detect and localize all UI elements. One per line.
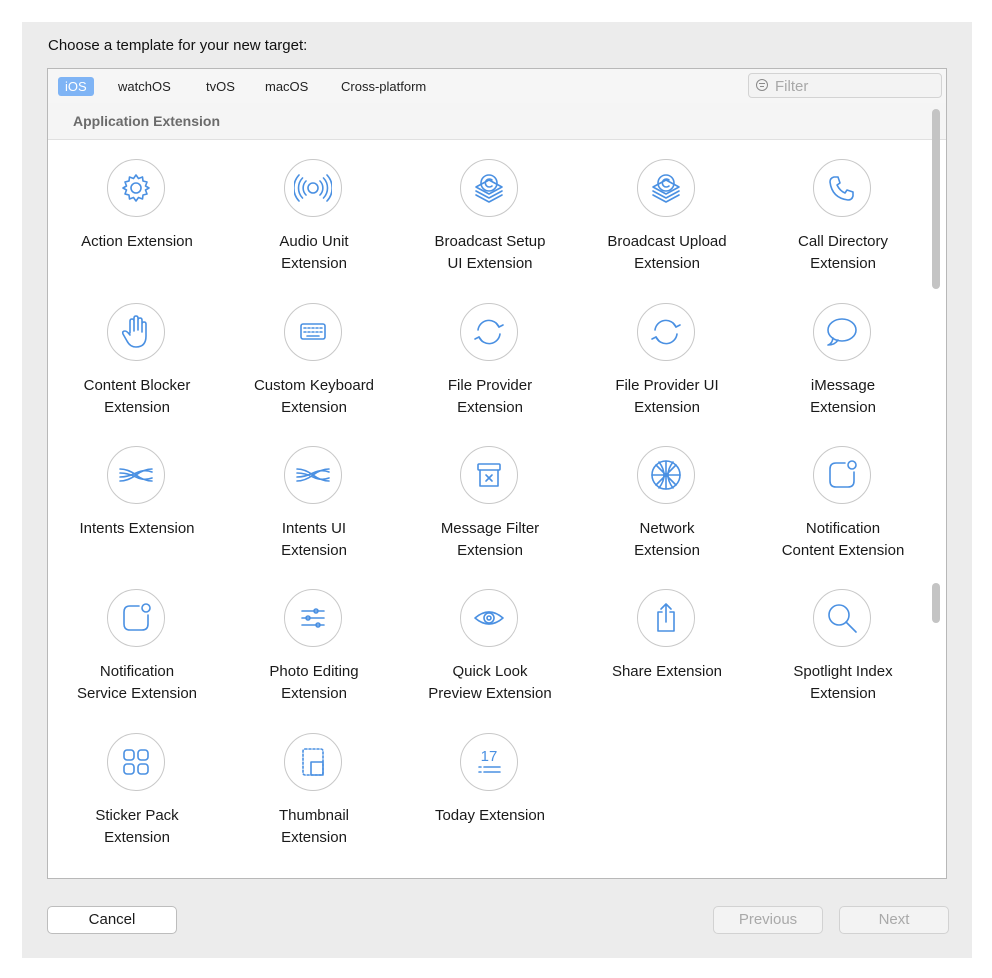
template-tile[interactable]: Photo Editing Extension [226,589,402,729]
template-label: iMessage Extension [810,377,876,416]
template-label: Intents UI Extension [281,520,347,559]
eye-icon [460,589,518,647]
template-tile[interactable]: iMessage Extension [755,303,931,443]
template-tile[interactable]: Spotlight Index Extension [755,589,931,729]
tab-cross-platform[interactable]: Cross-platform [334,77,433,96]
template-tile[interactable]: Thumbnail Extension [226,733,402,873]
intents-waves-icon [107,446,165,504]
tab-macos[interactable]: macOS [258,77,315,96]
template-label: Custom Keyboard Extension [253,377,375,416]
globe-icon [637,446,695,504]
thumbnail-icon [284,733,342,791]
template-label: Quick Look Preview Extension [428,663,552,702]
template-tile[interactable]: File Provider Extension [402,303,578,443]
template-tile[interactable]: 17 Today Extension [402,733,578,873]
previous-button[interactable]: Previous [713,906,823,934]
tab-ios[interactable]: iOS [58,77,94,96]
template-tile[interactable]: Network Extension [579,446,755,586]
template-tile[interactable]: Action Extension [49,159,225,299]
template-tile[interactable]: Broadcast Upload Extension [579,159,755,299]
template-label: Share Extension [611,663,723,680]
filter-icon [756,79,768,91]
broadcast-stack-icon [460,159,518,217]
template-tile[interactable]: File Provider UI Extension [579,303,755,443]
template-tile[interactable]: Call Directory Extension [755,159,931,299]
sync-arrows-icon [460,303,518,361]
template-label: Broadcast Upload Extension [607,233,727,272]
template-tile[interactable]: Sticker Pack Extension [49,733,225,873]
template-label: Audio Unit Extension [279,233,349,272]
template-label: Message Filter Extension [440,520,540,559]
filter-box-icon [460,446,518,504]
share-icon [637,589,695,647]
grid-squares-icon [107,733,165,791]
tab-watchos[interactable]: watchOS [111,77,178,96]
template-label: Photo Editing Extension [269,663,359,702]
section-header: Application Extension [48,103,946,140]
notification-square-icon [107,589,165,647]
template-tile[interactable]: Intents Extension [49,446,225,586]
sync-arrows-icon [637,303,695,361]
template-label: Notification Service Extension [76,663,198,702]
gear-icon [107,159,165,217]
filter-field[interactable] [748,73,942,98]
template-label: Content Blocker Extension [83,377,191,416]
filter-input[interactable] [773,77,937,96]
platform-tab-bar: iOS watchOS tvOS macOS Cross-platform [48,69,946,104]
template-panel: iOS watchOS tvOS macOS Cross-platform Ap… [47,68,947,879]
template-label: Thumbnail Extension [278,807,350,846]
phone-icon [813,159,871,217]
template-tile[interactable]: Audio Unit Extension [226,159,402,299]
template-label: Today Extension [434,807,546,824]
template-tile[interactable]: Broadcast Setup UI Extension [402,159,578,299]
template-label: Sticker Pack Extension [95,807,179,846]
tab-tvos[interactable]: tvOS [199,77,242,96]
template-label: Network Extension [634,520,700,559]
template-tile[interactable]: Custom Keyboard Extension [226,303,402,443]
section-title: Application Extension [73,113,221,129]
scrollbar-thumb-lower[interactable] [932,583,940,623]
sliders-icon [284,589,342,647]
notification-square-icon [813,446,871,504]
template-label: Call Directory Extension [797,233,888,272]
scrollbar-thumb[interactable] [932,109,940,289]
template-tile[interactable]: Quick Look Preview Extension [402,589,578,729]
template-label: Broadcast Setup UI Extension [434,233,546,272]
broadcast-stack-icon [637,159,695,217]
speech-bubble-icon [813,303,871,361]
today-calendar-icon: 17 [460,733,518,791]
template-tile[interactable]: Message Filter Extension [402,446,578,586]
template-label: File Provider Extension [447,377,533,416]
template-label: Spotlight Index Extension [793,663,893,702]
template-label: Action Extension [81,233,193,250]
keyboard-icon [284,303,342,361]
template-label: Notification Content Extension [781,520,905,559]
svg-text:17: 17 [481,748,498,765]
template-tile[interactable]: Content Blocker Extension [49,303,225,443]
audio-waves-icon [284,159,342,217]
template-tile[interactable]: Notification Content Extension [755,446,931,586]
template-label: Intents Extension [79,520,195,537]
template-label: File Provider UI Extension [615,377,719,416]
intents-waves-icon [284,446,342,504]
template-tile[interactable]: Share Extension [579,589,755,729]
next-button[interactable]: Next [839,906,949,934]
cancel-button[interactable]: Cancel [47,906,177,934]
template-tile[interactable]: Notification Service Extension [49,589,225,729]
template-tile[interactable]: Intents UI Extension [226,446,402,586]
dialog-prompt: Choose a template for your new target: [48,37,308,54]
magnifier-icon [813,589,871,647]
hand-icon [107,303,165,361]
